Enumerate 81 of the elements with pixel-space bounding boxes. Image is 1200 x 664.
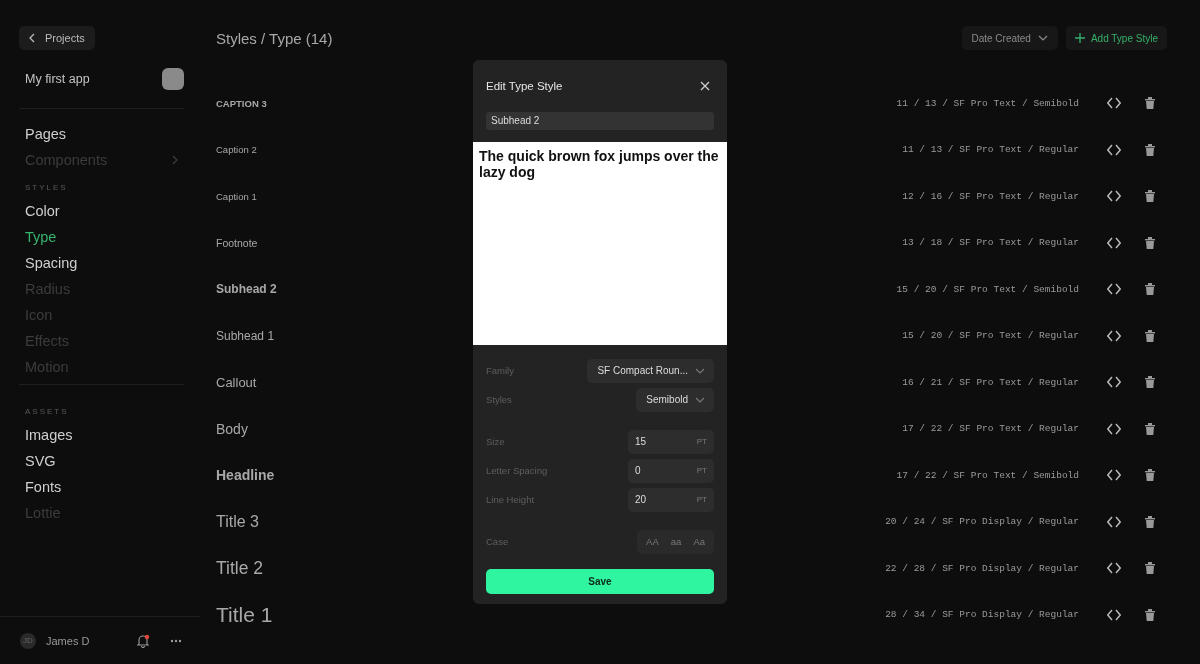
style-spec: 16 / 21 / SF Pro Text / Regular [902,376,1079,388]
code-icon[interactable] [1107,143,1121,156]
style-name: Caption 2 [216,144,257,156]
nav-item[interactable]: Images [19,422,184,448]
style-name: Title 3 [216,512,259,531]
style-spec: 13 / 18 / SF Pro Text / Regular [902,237,1079,249]
project-thumbnail [162,68,184,90]
style-spec: 15 / 20 / SF Pro Text / Regular [902,330,1079,342]
style-spec: 11 / 13 / SF Pro Text / Semibold [896,97,1079,109]
user-name: James D [46,634,91,647]
nav-item[interactable]: Color [19,198,184,224]
style-name: Body [216,420,248,437]
trash-icon[interactable] [1145,469,1155,482]
style-spec: 17 / 22 / SF Pro Text / Semibold [896,469,1079,481]
number-field[interactable]: 20 PT [628,487,714,512]
family-dropdown[interactable]: SF Compact Roun... [587,358,714,383]
trash-icon[interactable] [1145,143,1155,156]
number-field[interactable]: 15 PT [628,429,714,454]
code-icon[interactable] [1107,608,1121,621]
section-heading: STYLES [24,182,69,194]
code-icon[interactable] [1107,515,1121,528]
save-button[interactable]: Save [486,568,714,594]
trash-icon[interactable] [1145,97,1155,110]
style-name: CAPTION 3 [216,97,267,109]
style-spec: 12 / 16 / SF Pro Text / Regular [902,190,1079,202]
nav-item[interactable]: Fonts [19,474,184,500]
trash-icon[interactable] [1145,422,1155,435]
style-spec: 17 / 22 / SF Pro Text / Regular [902,423,1079,435]
style-name: Caption 1 [216,190,257,202]
back-button[interactable]: Projects [19,26,95,50]
style-spec: 22 / 28 / SF Pro Display / Regular [885,562,1079,574]
trash-icon[interactable] [1145,329,1155,342]
style-name: Title 2 [216,557,263,579]
style-name: Footnote [216,236,258,249]
style-spec: 11 / 13 / SF Pro Text / Regular [902,144,1079,156]
style-spec: 20 / 24 / SF Pro Display / Regular [885,516,1079,528]
style-name: Callout [216,374,257,390]
style-name: Headline [216,467,275,484]
trash-icon[interactable] [1145,562,1155,575]
more-icon[interactable] [170,638,182,643]
chevron-down-icon [694,366,706,375]
code-icon[interactable] [1107,283,1121,296]
style-spec: 28 / 34 / SF Pro Display / Regular [885,609,1079,621]
style-name: Title 1 [216,602,273,627]
section-heading: ASSETS [24,406,70,418]
chevron-down-icon [1036,34,1049,42]
nav-item[interactable]: SVG [19,448,184,474]
nav-item[interactable]: Type [19,224,184,250]
nav-item[interactable]: Pages [19,121,184,147]
sort-dropdown[interactable]: Date Created [962,26,1058,50]
style-name: Subhead 1 [216,328,275,343]
code-icon[interactable] [1107,329,1121,342]
trash-icon[interactable] [1145,376,1155,389]
nav-item[interactable]: Spacing [19,250,184,276]
code-icon[interactable] [1107,97,1121,110]
number-field[interactable]: 0 PT [628,458,714,483]
page-title: Styles / Type (14) [216,29,334,47]
code-icon[interactable] [1107,469,1121,482]
code-icon[interactable] [1107,236,1121,249]
name-field[interactable]: Subhead 2 [486,111,714,130]
trash-icon[interactable] [1145,515,1155,528]
code-icon[interactable] [1107,562,1121,575]
plus-icon [1074,33,1085,43]
trash-icon[interactable] [1145,283,1155,296]
add-type-style-button[interactable]: Add Type Style [1065,26,1167,50]
code-icon[interactable] [1107,376,1121,389]
chevron-left-icon [29,33,35,43]
style-dropdown[interactable]: Semibold [636,387,714,412]
project-name: My first app [25,72,90,86]
trash-icon[interactable] [1145,236,1155,249]
code-icon[interactable] [1107,190,1121,203]
chevron-down-icon [694,395,706,404]
style-name: Subhead 2 [216,282,277,297]
preview-text: The quick brown fox jumps over the lazy dog [479,147,720,180]
close-icon[interactable] [700,80,710,91]
code-icon[interactable] [1107,422,1121,435]
trash-icon[interactable] [1145,190,1155,203]
bell-icon[interactable] [136,633,150,648]
dialog-title: Edit Type Style [486,79,563,92]
style-spec: 15 / 20 / SF Pro Text / Semibold [896,283,1079,295]
trash-icon[interactable] [1145,608,1155,621]
